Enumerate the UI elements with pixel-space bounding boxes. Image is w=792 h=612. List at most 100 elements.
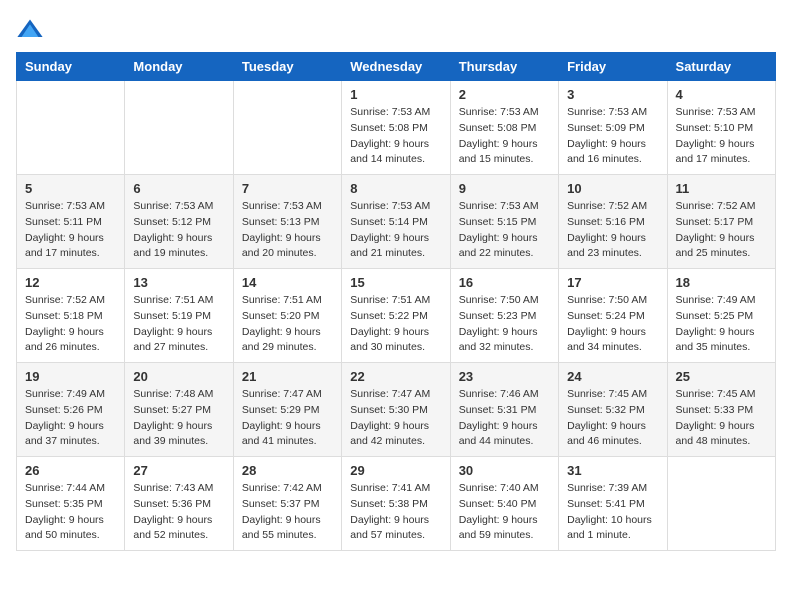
day-number: 29: [350, 463, 441, 478]
page-header: [16, 16, 776, 44]
day-of-week-header: Sunday: [17, 53, 125, 81]
day-number: 23: [459, 369, 550, 384]
day-info: Sunrise: 7:42 AMSunset: 5:37 PMDaylight:…: [242, 481, 333, 544]
day-info: Sunrise: 7:53 AMSunset: 5:13 PMDaylight:…: [242, 199, 333, 262]
day-number: 1: [350, 87, 441, 102]
calendar-day-cell: 14Sunrise: 7:51 AMSunset: 5:20 PMDayligh…: [233, 269, 341, 363]
day-info: Sunrise: 7:53 AMSunset: 5:11 PMDaylight:…: [25, 199, 116, 262]
day-number: 30: [459, 463, 550, 478]
calendar-day-cell: 19Sunrise: 7:49 AMSunset: 5:26 PMDayligh…: [17, 363, 125, 457]
day-number: 31: [567, 463, 658, 478]
day-number: 19: [25, 369, 116, 384]
day-number: 18: [676, 275, 767, 290]
day-number: 28: [242, 463, 333, 478]
calendar-day-cell: 27 Sunrise: 7:43 AMSunset: 5:36 PMDayligh…: [125, 457, 233, 551]
day-number: 24: [567, 369, 658, 384]
calendar-day-cell: 7 Sunrise: 7:53 AMSunset: 5:13 PMDaylight…: [233, 175, 341, 269]
calendar-day-cell: 1 Sunrise: 7:53 AMSunset: 5:08 PMDaylight…: [342, 81, 450, 175]
calendar-week-row: 26 Sunrise: 7:44 AMSunset: 5:35 PMDayligh…: [17, 457, 776, 551]
day-info: Sunrise: 7:52 AMSunset: 5:17 PMDaylight:…: [676, 199, 767, 262]
day-number: 27: [133, 463, 224, 478]
day-info: Sunrise: 7:53 AMSunset: 5:15 PMDaylight:…: [459, 199, 550, 262]
day-info: Sunrise: 7:39 AMSunset: 5:41 PMDaylight:…: [567, 481, 658, 544]
day-of-week-header: Saturday: [667, 53, 775, 81]
day-info: Sunrise: 7:49 AMSunset: 5:25 PMDaylight:…: [676, 293, 767, 356]
day-number: 13: [133, 275, 224, 290]
calendar-day-cell: 5 Sunrise: 7:53 AMSunset: 5:11 PMDaylight…: [17, 175, 125, 269]
calendar-day-cell: 28 Sunrise: 7:42 AMSunset: 5:37 PMDayligh…: [233, 457, 341, 551]
calendar-week-row: 12 Sunrise: 7:52 AMSunset: 5:18 PMDayligh…: [17, 269, 776, 363]
day-info: Sunrise: 7:52 AMSunset: 5:16 PMDaylight:…: [567, 199, 658, 262]
day-number: 26: [25, 463, 116, 478]
calendar-day-cell: [125, 81, 233, 175]
day-info: Sunrise: 7:50 AMSunset: 5:24 PMDaylight:…: [567, 293, 658, 356]
day-number: 6: [133, 181, 224, 196]
calendar-day-cell: 31 Sunrise: 7:39 AMSunset: 5:41 PMDayligh…: [559, 457, 667, 551]
header-row: SundayMondayTuesdayWednesdayThursdayFrid…: [17, 53, 776, 81]
day-info: Sunrise: 7:50 AMSunset: 5:23 PMDaylight:…: [459, 293, 550, 356]
calendar-day-cell: [667, 457, 775, 551]
day-number: 12: [25, 275, 116, 290]
calendar-week-row: 19Sunrise: 7:49 AMSunset: 5:26 PMDayligh…: [17, 363, 776, 457]
day-number: 7: [242, 181, 333, 196]
day-number: 8: [350, 181, 441, 196]
day-number: 4: [676, 87, 767, 102]
calendar-day-cell: 17Sunrise: 7:50 AMSunset: 5:24 PMDayligh…: [559, 269, 667, 363]
day-number: 11: [676, 181, 767, 196]
logo-icon: [16, 16, 44, 44]
day-info: Sunrise: 7:53 AMSunset: 5:10 PMDaylight:…: [676, 105, 767, 168]
calendar-day-cell: 12 Sunrise: 7:52 AMSunset: 5:18 PMDayligh…: [17, 269, 125, 363]
day-info: Sunrise: 7:47 AMSunset: 5:29 PMDaylight:…: [242, 387, 333, 450]
day-info: Sunrise: 7:43 AMSunset: 5:36 PMDaylight:…: [133, 481, 224, 544]
day-number: 25: [676, 369, 767, 384]
day-number: 16: [459, 275, 550, 290]
day-info: Sunrise: 7:46 AMSunset: 5:31 PMDaylight:…: [459, 387, 550, 450]
calendar-day-cell: 26 Sunrise: 7:44 AMSunset: 5:35 PMDayligh…: [17, 457, 125, 551]
day-info: Sunrise: 7:53 AMSunset: 5:14 PMDaylight:…: [350, 199, 441, 262]
day-of-week-header: Thursday: [450, 53, 558, 81]
logo: [16, 16, 48, 44]
day-number: 3: [567, 87, 658, 102]
day-info: Sunrise: 7:40 AMSunset: 5:40 PMDaylight:…: [459, 481, 550, 544]
calendar-day-cell: 15 Sunrise: 7:51 AMSunset: 5:22 PMDayligh…: [342, 269, 450, 363]
calendar-day-cell: [17, 81, 125, 175]
day-info: Sunrise: 7:51 AMSunset: 5:20 PMDaylight:…: [242, 293, 333, 356]
day-info: Sunrise: 7:53 AMSunset: 5:12 PMDaylight:…: [133, 199, 224, 262]
calendar-day-cell: 3Sunrise: 7:53 AMSunset: 5:09 PMDaylight…: [559, 81, 667, 175]
day-number: 5: [25, 181, 116, 196]
calendar-table: SundayMondayTuesdayWednesdayThursdayFrid…: [16, 52, 776, 551]
day-of-week-header: Monday: [125, 53, 233, 81]
day-number: 9: [459, 181, 550, 196]
calendar-day-cell: 11 Sunrise: 7:52 AMSunset: 5:17 PMDayligh…: [667, 175, 775, 269]
calendar-day-cell: 20 Sunrise: 7:48 AMSunset: 5:27 PMDayligh…: [125, 363, 233, 457]
day-number: 15: [350, 275, 441, 290]
calendar-day-cell: 4 Sunrise: 7:53 AMSunset: 5:10 PMDaylight…: [667, 81, 775, 175]
day-info: Sunrise: 7:47 AMSunset: 5:30 PMDaylight:…: [350, 387, 441, 450]
day-of-week-header: Friday: [559, 53, 667, 81]
day-number: 2: [459, 87, 550, 102]
day-info: Sunrise: 7:52 AMSunset: 5:18 PMDaylight:…: [25, 293, 116, 356]
day-of-week-header: Tuesday: [233, 53, 341, 81]
calendar-day-cell: 2 Sunrise: 7:53 AMSunset: 5:08 PMDaylight…: [450, 81, 558, 175]
calendar-day-cell: 9 Sunrise: 7:53 AMSunset: 5:15 PMDaylight…: [450, 175, 558, 269]
day-number: 10: [567, 181, 658, 196]
day-number: 20: [133, 369, 224, 384]
day-info: Sunrise: 7:45 AMSunset: 5:33 PMDaylight:…: [676, 387, 767, 450]
day-info: Sunrise: 7:51 AMSunset: 5:22 PMDaylight:…: [350, 293, 441, 356]
calendar-day-cell: 18 Sunrise: 7:49 AMSunset: 5:25 PMDayligh…: [667, 269, 775, 363]
calendar-day-cell: 30 Sunrise: 7:40 AMSunset: 5:40 PMDayligh…: [450, 457, 558, 551]
calendar-week-row: 5 Sunrise: 7:53 AMSunset: 5:11 PMDaylight…: [17, 175, 776, 269]
calendar-day-cell: 6 Sunrise: 7:53 AMSunset: 5:12 PMDaylight…: [125, 175, 233, 269]
calendar-day-cell: 25 Sunrise: 7:45 AMSunset: 5:33 PMDayligh…: [667, 363, 775, 457]
calendar-day-cell: 29Sunrise: 7:41 AMSunset: 5:38 PMDayligh…: [342, 457, 450, 551]
day-info: Sunrise: 7:51 AMSunset: 5:19 PMDaylight:…: [133, 293, 224, 356]
day-info: Sunrise: 7:48 AMSunset: 5:27 PMDaylight:…: [133, 387, 224, 450]
day-info: Sunrise: 7:53 AMSunset: 5:08 PMDaylight:…: [350, 105, 441, 168]
calendar-day-cell: 8 Sunrise: 7:53 AMSunset: 5:14 PMDaylight…: [342, 175, 450, 269]
day-info: Sunrise: 7:44 AMSunset: 5:35 PMDaylight:…: [25, 481, 116, 544]
calendar-day-cell: 16 Sunrise: 7:50 AMSunset: 5:23 PMDayligh…: [450, 269, 558, 363]
day-number: 21: [242, 369, 333, 384]
day-info: Sunrise: 7:53 AMSunset: 5:08 PMDaylight:…: [459, 105, 550, 168]
calendar-day-cell: 13 Sunrise: 7:51 AMSunset: 5:19 PMDayligh…: [125, 269, 233, 363]
calendar-week-row: 1 Sunrise: 7:53 AMSunset: 5:08 PMDaylight…: [17, 81, 776, 175]
